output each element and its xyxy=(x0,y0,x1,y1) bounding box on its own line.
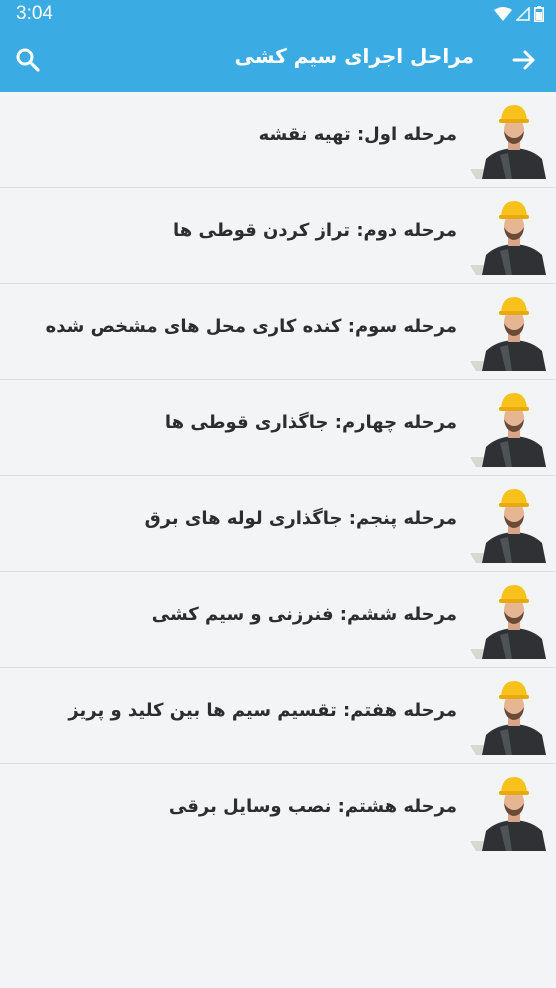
search-button[interactable] xyxy=(14,46,42,74)
list-item-step-6[interactable]: مرحله ششم: فنرزنی و سیم کشی xyxy=(0,572,556,668)
list-item-step-3[interactable]: مرحله سوم: کنده کاری محل های مشخص شده xyxy=(0,284,556,380)
electrician-avatar-icon xyxy=(470,393,546,467)
electrician-avatar-icon xyxy=(470,777,546,851)
status-bar: 3:04 xyxy=(0,0,556,28)
list-item-label: مرحله ششم: فنرزنی و سیم کشی xyxy=(151,604,457,625)
list-item-step-7[interactable]: مرحله هفتم: تقسیم سیم ها بین کلید و پریز xyxy=(0,668,556,764)
list-item-step-4[interactable]: مرحله چهارم: جاگذاری قوطی ها xyxy=(0,380,556,476)
list-item-label: مرحله سوم: کنده کاری محل های مشخص شده xyxy=(45,316,457,337)
status-time: 3:04 xyxy=(16,3,53,24)
list-item-label: مرحله چهارم: جاگذاری قوطی ها xyxy=(164,412,457,433)
arrow-forward-icon xyxy=(512,50,535,70)
list-item-label: مرحله پنجم: جاگذاری لوله های برق xyxy=(144,508,457,529)
list-item-step-8[interactable]: مرحله هشتم: نصب وسایل برقی xyxy=(0,764,556,859)
list-item-label: مرحله اول: تهیه نقشه xyxy=(258,124,457,145)
status-icons xyxy=(494,5,544,23)
app-bar: مراحل اجرای سیم کشی xyxy=(0,28,556,92)
electrician-avatar-icon xyxy=(470,201,546,275)
search-icon xyxy=(16,48,40,72)
back-button[interactable] xyxy=(510,46,538,74)
wifi-icon xyxy=(494,7,512,21)
battery-icon xyxy=(534,6,544,22)
list-item-label: مرحله دوم: تراز کردن قوطی ها xyxy=(173,220,457,241)
list-item-step-5[interactable]: مرحله پنجم: جاگذاری لوله های برق xyxy=(0,476,556,572)
electrician-avatar-icon xyxy=(470,297,546,371)
list-item-label: مرحله هشتم: نصب وسایل برقی xyxy=(168,796,457,817)
steps-list: مرحله اول: تهیه نقشه مرحله دوم: تراز کرد… xyxy=(0,92,556,859)
electrician-avatar-icon xyxy=(470,489,546,563)
list-item-step-2[interactable]: مرحله دوم: تراز کردن قوطی ها xyxy=(0,188,556,284)
list-item-label: مرحله هفتم: تقسیم سیم ها بین کلید و پریز xyxy=(68,700,457,721)
list-item-step-1[interactable]: مرحله اول: تهیه نقشه xyxy=(0,92,556,188)
electrician-avatar-icon xyxy=(470,585,546,659)
signal-icon xyxy=(516,7,530,21)
electrician-avatar-icon xyxy=(470,105,546,179)
page-title: مراحل اجرای سیم کشی xyxy=(234,44,474,68)
electrician-avatar-icon xyxy=(470,681,546,755)
